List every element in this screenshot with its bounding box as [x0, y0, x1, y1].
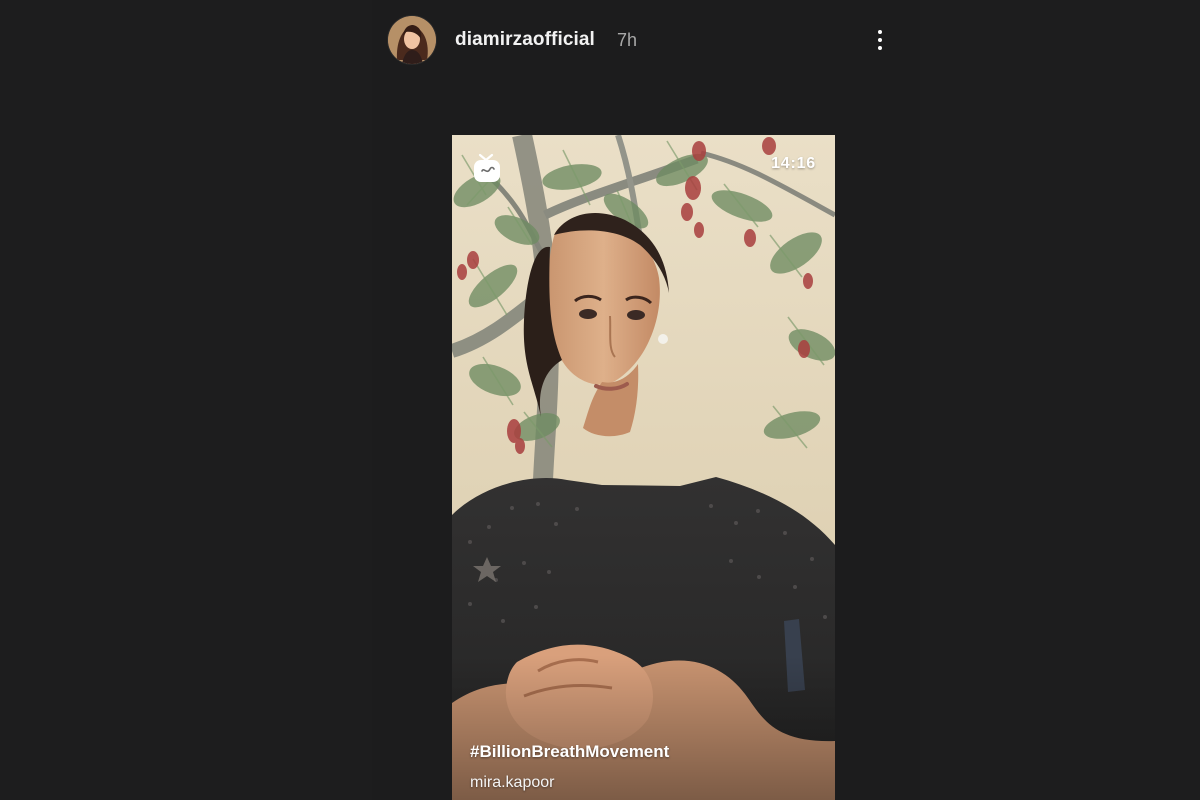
story-header: diamirzaofficial 7h — [388, 16, 898, 64]
profile-avatar[interactable] — [388, 16, 436, 64]
more-vertical-icon-dot — [878, 38, 882, 42]
video-hashtag[interactable]: #BillionBreathMovement — [470, 742, 669, 762]
story-viewer: diamirzaofficial 7h 14:16 #BillionBreath… — [0, 0, 1200, 800]
story-username[interactable]: diamirzaofficial — [455, 29, 595, 51]
video-frame — [452, 135, 835, 800]
video-author[interactable]: mira.kapoor — [470, 774, 554, 792]
story-timestamp: 7h — [617, 30, 638, 50]
video-duration: 14:16 — [771, 155, 816, 172]
more-options-button[interactable] — [868, 24, 892, 56]
igtv-icon[interactable] — [472, 151, 502, 185]
story-media[interactable]: 14:16 #BillionBreathMovement mira.kapoor — [452, 135, 835, 800]
more-vertical-icon-dot — [878, 46, 882, 50]
more-vertical-icon — [878, 30, 882, 34]
